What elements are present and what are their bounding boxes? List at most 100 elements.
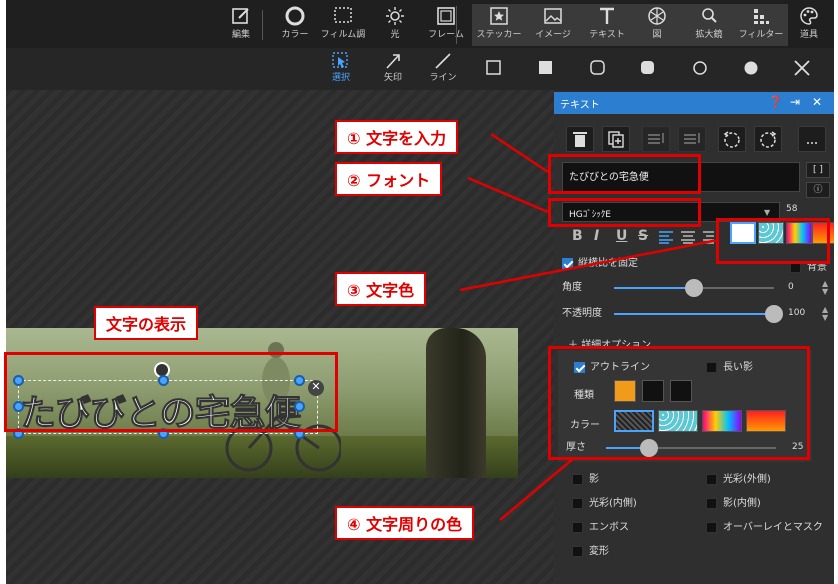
close-icon[interactable] xyxy=(792,58,812,78)
callout-font: ② フォント xyxy=(335,162,443,196)
select-tool-button[interactable]: 選択 xyxy=(316,50,366,88)
pin-icon[interactable]: ⇥ xyxy=(790,95,800,109)
tool-image[interactable]: イメージ xyxy=(526,4,580,46)
underline-button[interactable]: U xyxy=(616,228,627,244)
align-right-icon[interactable] xyxy=(702,230,714,244)
shadow-label: 影 xyxy=(589,474,599,485)
shadow-option[interactable]: 影 xyxy=(572,470,599,485)
rotate-right-button[interactable] xyxy=(754,126,782,152)
close-icon[interactable]: ✕ xyxy=(812,95,822,109)
line-tool-button[interactable]: ライン xyxy=(418,50,468,88)
rotate-left-icon xyxy=(723,131,740,148)
tool-text[interactable]: テキスト xyxy=(580,4,634,46)
main-toolbar: 編集 カラー フィルム調 光 フレーム ステッカー イメージ テキスト 図 拡大… xyxy=(6,0,834,48)
tool-palette[interactable]: 道具 xyxy=(782,4,834,46)
overlay-mask-checkbox[interactable] xyxy=(706,521,717,533)
arrow-icon xyxy=(386,54,400,69)
tool-film[interactable]: フィルム調 xyxy=(316,4,370,46)
align-center-icon[interactable] xyxy=(680,230,696,244)
angle-spinner[interactable]: ▲ ▼ xyxy=(822,280,828,296)
overlay-mask-option[interactable]: オーバーレイとマスク xyxy=(706,518,823,533)
rounded-rect-filled-shape-button[interactable] xyxy=(640,60,656,76)
tool-label: ステッカー xyxy=(476,30,522,40)
rounded-rect-outline-shape-button[interactable] xyxy=(590,60,606,76)
light-icon xyxy=(386,7,404,25)
bracket-button[interactable]: [ ] xyxy=(806,162,830,178)
edit-icon xyxy=(232,8,249,24)
info-button[interactable]: ⓘ xyxy=(806,182,830,198)
circle-filled-shape-button[interactable] xyxy=(743,60,759,76)
sticker-icon xyxy=(490,7,508,25)
help-icon[interactable]: ❓ xyxy=(768,95,783,109)
bold-button[interactable]: B xyxy=(572,228,583,244)
font-size-value[interactable]: 58 xyxy=(786,204,797,214)
tool-label: フレーム xyxy=(428,30,464,40)
frame-icon xyxy=(437,7,455,25)
line-tool-label: ライン xyxy=(429,73,457,83)
tool-label: テキスト xyxy=(589,30,625,40)
inner-shadow-option[interactable]: 影(内側) xyxy=(706,494,761,509)
lock-ratio-row[interactable]: 縦横比を固定 xyxy=(562,254,638,269)
panel-header: テキスト ❓ ⇥ ✕ xyxy=(554,92,834,114)
shape-icon xyxy=(648,7,666,25)
tool-filter[interactable]: フィルター xyxy=(734,4,788,46)
strikethrough-button[interactable]: S xyxy=(638,228,648,244)
angle-slider-row: 角度 0 ▲ ▼ xyxy=(562,278,832,298)
tool-label: 拡大鏡 xyxy=(695,30,723,40)
magnifier-icon xyxy=(702,8,717,23)
angle-value[interactable]: 0 xyxy=(788,282,794,292)
tool-label: 図 xyxy=(652,30,662,40)
inner-glow-option[interactable]: 光彩(内側) xyxy=(572,494,637,509)
tool-magnifier[interactable]: 拡大鏡 xyxy=(682,4,736,46)
emboss-option[interactable]: エンボス xyxy=(572,518,629,533)
lock-ratio-checkbox[interactable] xyxy=(562,257,573,269)
text-icon xyxy=(600,7,614,24)
slider-knob[interactable] xyxy=(685,279,703,297)
duplicate-button[interactable] xyxy=(602,126,630,152)
color-icon xyxy=(285,6,305,26)
text-input-highlight-box xyxy=(548,154,701,194)
more-button[interactable] xyxy=(798,126,826,152)
slider-fill xyxy=(614,313,774,315)
rect-filled-shape-button[interactable] xyxy=(538,60,554,76)
tool-light[interactable]: 光 xyxy=(368,4,422,46)
select-icon xyxy=(332,52,348,68)
tool-edit[interactable]: 編集 xyxy=(214,4,268,46)
italic-button[interactable]: I xyxy=(594,228,599,244)
opacity-slider[interactable] xyxy=(614,305,783,323)
font-select-arrow-icon[interactable]: ▼ xyxy=(764,208,770,217)
inner-glow-checkbox[interactable] xyxy=(572,497,583,509)
shadow-checkbox[interactable] xyxy=(572,473,583,485)
opacity-value[interactable]: 100 xyxy=(788,308,805,318)
tool-shape[interactable]: 図 xyxy=(630,4,684,46)
opacity-spinner[interactable]: ▲ ▼ xyxy=(822,306,828,322)
circle-outline-shape-button[interactable] xyxy=(692,60,708,76)
outline-highlight-box xyxy=(548,346,810,460)
emboss-checkbox[interactable] xyxy=(572,521,583,533)
align-left-icon[interactable] xyxy=(658,230,674,244)
film-icon xyxy=(334,7,352,23)
send-backward-button[interactable] xyxy=(678,126,706,152)
inner-shadow-checkbox[interactable] xyxy=(706,497,717,509)
rotate-right-icon xyxy=(760,131,777,148)
rotate-left-button[interactable] xyxy=(718,126,746,152)
display-highlight-box xyxy=(4,352,338,432)
text-color-highlight-box xyxy=(716,218,830,264)
bring-forward-button[interactable] xyxy=(642,126,670,152)
transform-checkbox[interactable] xyxy=(572,545,583,557)
tool-frame[interactable]: フレーム xyxy=(419,4,473,46)
callout-text-color: ③ 文字色 xyxy=(335,272,427,306)
outer-glow-label: 光彩(外側) xyxy=(723,474,771,485)
tool-color[interactable]: カラー xyxy=(268,4,322,46)
delete-button[interactable] xyxy=(566,126,594,152)
tool-sticker[interactable]: ステッカー xyxy=(472,4,526,46)
font-highlight-box xyxy=(548,198,701,227)
arrow-tool-button[interactable]: 矢印 xyxy=(368,50,418,88)
angle-slider[interactable] xyxy=(614,279,774,297)
outer-glow-checkbox[interactable] xyxy=(706,473,717,485)
transform-option[interactable]: 変形 xyxy=(572,542,609,557)
rect-outline-shape-button[interactable] xyxy=(486,60,502,76)
outer-glow-option[interactable]: 光彩(外側) xyxy=(706,470,771,485)
duplicate-icon xyxy=(608,131,624,148)
slider-knob[interactable] xyxy=(765,305,783,323)
